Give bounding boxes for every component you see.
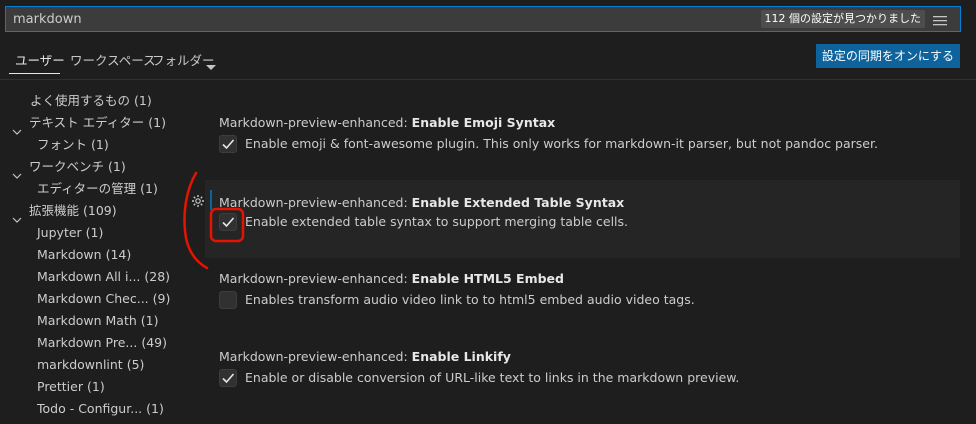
chevron-down-icon[interactable] — [12, 120, 22, 135]
toc-item-label: Markdown All i... — [37, 269, 141, 284]
enable-linkify-checkbox[interactable] — [219, 369, 237, 387]
toc-item-editor-management[interactable]: エディターの管理 (1) — [37, 178, 158, 200]
toc-item-todo-configuration[interactable]: Todo - Configur... (1) — [37, 398, 164, 420]
setting-enable-linkify: Markdown-preview-enhanced: Enable Linkif… — [205, 334, 960, 412]
toc-item-label: Todo - Configur... — [37, 401, 143, 416]
toc-item-count: (9) — [152, 291, 171, 306]
toc-item-count: (109) — [83, 203, 117, 218]
toc-item-markdown-all-in-one[interactable]: Markdown All i... (28) — [37, 266, 170, 288]
toc-item-count: (14) — [105, 247, 132, 262]
toc-item-markdown-checkbox[interactable]: Markdown Chec... (9) — [37, 288, 170, 310]
gear-icon[interactable] — [191, 193, 205, 207]
toc-item-count: (1) — [140, 181, 158, 196]
setting-title: Markdown-preview-enhanced: Enable HTML5 … — [219, 271, 564, 286]
toc-item-label: markdownlint — [37, 357, 123, 372]
toc-item-count: (28) — [144, 269, 171, 284]
tab-user[interactable]: ユーザー — [15, 50, 65, 69]
toc-item-markdown-math[interactable]: Markdown Math (1) — [37, 310, 159, 332]
header-divider — [0, 79, 976, 80]
setting-category: Markdown-preview-enhanced: — [219, 349, 412, 364]
chevron-down-icon[interactable] — [206, 56, 216, 70]
setting-title: Markdown-preview-enhanced: Enable Emoji … — [219, 115, 555, 130]
setting-label: Enable Linkify — [411, 349, 511, 364]
toc-item-commonly-used[interactable]: よく使用するもの (1) — [30, 90, 152, 112]
chevron-down-icon[interactable] — [12, 208, 22, 223]
checkmark-icon — [222, 373, 235, 384]
toc-item-count: (1) — [146, 401, 164, 416]
toc-item-count: (1) — [140, 313, 159, 328]
setting-category: Markdown-preview-enhanced: — [219, 195, 412, 210]
turn-on-settings-sync-button[interactable]: 設定の同期をオンにする — [815, 44, 960, 68]
checkmark-icon — [222, 217, 235, 228]
enable-extended-table-syntax-checkbox[interactable] — [219, 213, 237, 231]
checkmark-icon — [222, 139, 235, 150]
toc-item-label: Prettier — [37, 379, 83, 394]
toc-item-label: フォント — [37, 137, 88, 152]
setting-enable-extended-table-syntax: Markdown-preview-enhanced: Enable Extend… — [192, 180, 960, 258]
setting-enable-html5-embed: Markdown-preview-enhanced: Enable HTML5 … — [205, 256, 960, 334]
toc-item-label: Markdown — [37, 247, 102, 262]
setting-title: Markdown-preview-enhanced: Enable Extend… — [219, 195, 624, 210]
toc-item-text-editor[interactable]: テキスト エディター (1) — [29, 112, 166, 134]
filter-icon[interactable] — [932, 13, 948, 27]
setting-label: Enable HTML5 Embed — [411, 271, 564, 286]
annotation-bracket-stroke — [183, 171, 209, 270]
setting-label: Enable Emoji Syntax — [411, 115, 556, 130]
search-box[interactable]: 112 個の設定が見つかりました — [5, 6, 961, 32]
toc-item-prettier[interactable]: Prettier (1) — [37, 376, 105, 398]
search-input[interactable] — [13, 10, 613, 28]
setting-description: Enable emoji & font-awesome plugin. This… — [245, 136, 878, 151]
toc-item-label: エディターの管理 — [37, 181, 137, 196]
toc-item-label: Jupyter — [37, 225, 82, 240]
toc-item-count: (1) — [91, 137, 109, 152]
toc-item-label: テキスト エディター — [29, 115, 145, 130]
focus-indicator — [210, 190, 212, 210]
setting-enable-emoji-syntax: Markdown-preview-enhanced: Enable Emoji … — [205, 100, 960, 178]
chevron-down-icon[interactable] — [12, 164, 22, 179]
active-tab-indicator — [9, 73, 60, 74]
toc-item-label: ワークベンチ — [29, 159, 105, 174]
toc-item-label: 拡張機能 — [29, 203, 80, 218]
toc-item-label: Markdown Math — [37, 313, 137, 328]
toc-item-count: (1) — [108, 159, 126, 174]
toc-item-count: (1) — [85, 225, 104, 240]
toc-item-count: (5) — [126, 357, 145, 372]
setting-description: Enable extended table syntax to support … — [245, 214, 629, 229]
toc-item-extensions[interactable]: 拡張機能 (109) — [29, 200, 117, 222]
toc-item-markdown[interactable]: Markdown (14) — [37, 244, 131, 266]
toc-item-jupyter[interactable]: Jupyter (1) — [37, 222, 103, 244]
toc-item-count: (49) — [141, 335, 167, 350]
toc-item-workbench[interactable]: ワークベンチ (1) — [29, 156, 126, 178]
search-result-count: 112 個の設定が見つかりました — [760, 10, 925, 28]
toc-item-count: (1) — [86, 379, 105, 394]
setting-description: Enable or disable conversion of URL-like… — [245, 370, 740, 385]
enable-emoji-syntax-checkbox[interactable] — [219, 135, 237, 153]
setting-description: Enables transform audio video link to to… — [245, 292, 695, 307]
setting-category: Markdown-preview-enhanced: — [219, 115, 412, 130]
toc-item-label: Markdown Chec... — [37, 291, 149, 306]
toc-item-label: よく使用するもの — [30, 93, 131, 108]
toc-item-count: (1) — [148, 115, 166, 130]
setting-category: Markdown-preview-enhanced: — [219, 271, 412, 286]
settings-scope-tabs: ユーザー ワークスペース フォルダー 設定の同期をオンにする — [0, 40, 976, 80]
setting-title: Markdown-preview-enhanced: Enable Linkif… — [219, 349, 511, 364]
toc-item-markdownlint[interactable]: markdownlint (5) — [37, 354, 144, 376]
toc-item-count: (1) — [134, 93, 152, 108]
toc-item-label: Markdown Pre... — [37, 335, 138, 350]
enable-html5-embed-checkbox[interactable] — [219, 291, 237, 309]
tab-workspace[interactable]: ワークスペース — [70, 50, 156, 69]
toc-item-font[interactable]: フォント (1) — [37, 134, 109, 156]
toc-item-markdown-preview[interactable]: Markdown Pre... (49) — [37, 332, 167, 354]
setting-label: Enable Extended Table Syntax — [411, 195, 625, 210]
